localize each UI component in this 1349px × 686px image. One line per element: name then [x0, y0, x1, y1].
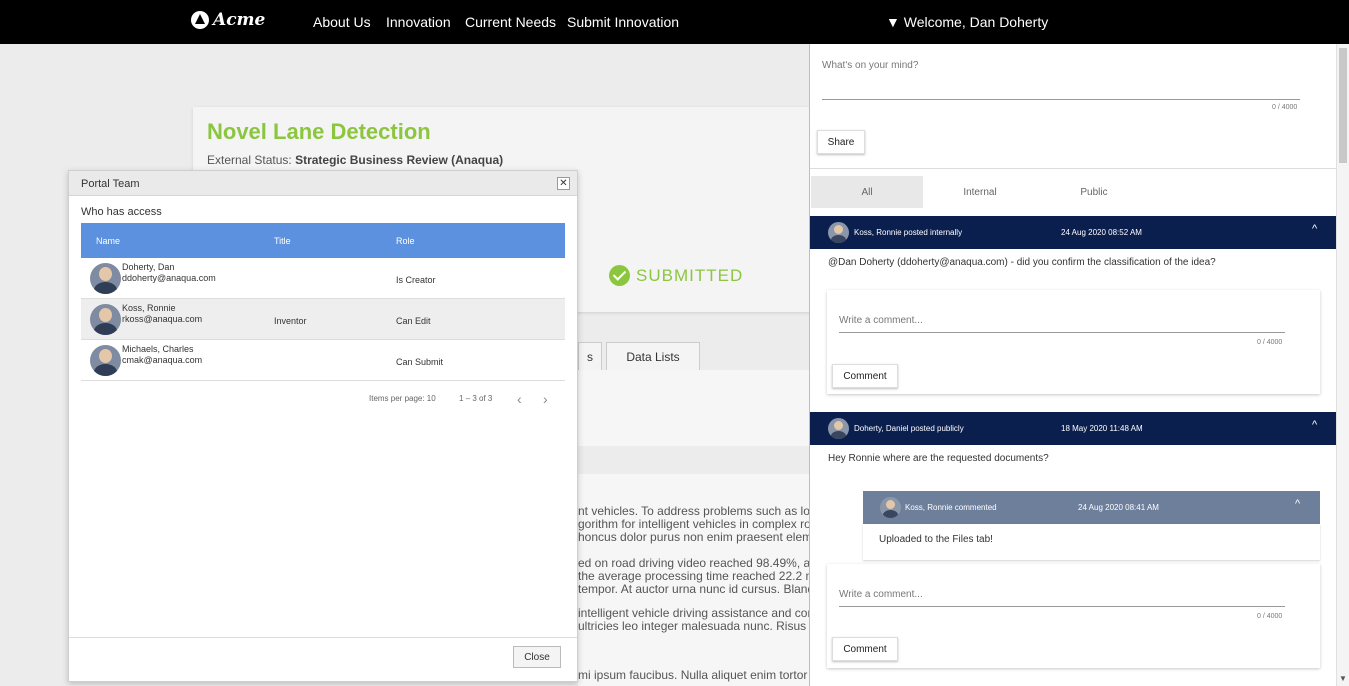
comment-input-underline [839, 606, 1285, 607]
chevron-up-icon[interactable]: ^ [1312, 419, 1317, 431]
reply-header[interactable]: Koss, Ronnie commented 24 Aug 2020 08:41… [863, 491, 1320, 524]
member-email: ddoherty@anaqua.com [122, 273, 216, 283]
content-section-band [578, 446, 810, 474]
dialog-footer-divider [69, 637, 577, 638]
member-name-cell: Koss, Ronnie rkoss@anaqua.com [122, 303, 202, 325]
scrollbar-thumb[interactable] [1339, 48, 1347, 163]
dialog-header: Portal Team ✕ [69, 171, 577, 196]
member-role: Can Submit [396, 357, 444, 367]
stage-indicator: SUBMITTED [609, 265, 743, 286]
external-status-label: External Status: [207, 153, 292, 167]
post-header[interactable]: Koss, Ronnie posted internally 24 Aug 20… [810, 216, 1336, 249]
panel-scrollbar[interactable]: ▼ [1336, 44, 1349, 686]
close-button[interactable]: Close [513, 646, 561, 668]
member-email: cmak@anaqua.com [122, 355, 203, 365]
reply-text: Uploaded to the Files tab! [879, 534, 993, 545]
post-header[interactable]: Doherty, Daniel posted publicly 18 May 2… [810, 412, 1336, 445]
divider [810, 168, 1336, 169]
activity-panel: What's on your mind? 0 / 4000 Share All … [809, 44, 1349, 686]
post-author: Koss, Ronnie posted internally [854, 228, 963, 237]
chevron-left-icon[interactable]: ‹ [517, 391, 522, 407]
nav-about-us[interactable]: About Us [313, 14, 371, 30]
member-name: Doherty, Dan [122, 262, 175, 272]
share-button[interactable]: Share [817, 130, 865, 154]
comment-input[interactable]: Write a comment... [839, 315, 923, 326]
tab-public[interactable]: Public [1038, 176, 1150, 208]
reply-date: 24 Aug 2020 08:41 AM [1078, 503, 1159, 512]
member-role: Can Edit [396, 316, 431, 326]
external-status: External Status: Strategic Business Revi… [207, 153, 503, 167]
body-text-line: ultricies leo integer malesuada nunc. Ri… [578, 619, 810, 633]
user-menu[interactable]: ▼ Welcome, Dan Doherty [886, 14, 1048, 30]
member-email: rkoss@anaqua.com [122, 314, 203, 324]
chevron-up-icon[interactable]: ^ [1295, 498, 1300, 510]
avatar [828, 222, 849, 243]
body-text-line: mi ipsum faucibus. Nulla aliquet enim to… [578, 668, 810, 682]
page-range: 1 – 3 of 3 [459, 394, 493, 403]
external-status-value: Strategic Business Review (Anaqua) [295, 153, 504, 167]
stage-label: SUBMITTED [636, 265, 744, 285]
check-circle-icon [609, 265, 630, 286]
avatar [90, 304, 121, 335]
comment-box: Write a comment... 0 / 4000 Comment [827, 290, 1320, 394]
comment-char-counter: 0 / 4000 [1257, 339, 1283, 346]
body-text-line: tempor. At auctor urna nunc id cursus. B… [578, 582, 810, 596]
logo-text: Acme [213, 10, 266, 30]
who-has-access-label: Who has access [81, 206, 162, 218]
reply-body: Uploaded to the Files tab! [863, 524, 1320, 560]
member-name-cell: Michaels, Charles cmak@anaqua.com [122, 344, 202, 366]
idea-title: Novel Lane Detection [207, 119, 431, 144]
acme-logo-icon [191, 11, 209, 29]
chevron-right-icon[interactable]: › [543, 391, 548, 407]
post-input[interactable]: What's on your mind? [822, 60, 918, 71]
member-name: Koss, Ronnie [122, 303, 176, 313]
avatar [90, 263, 121, 294]
post-date: 24 Aug 2020 08:52 AM [1061, 228, 1142, 237]
acme-logo[interactable]: Acme [191, 10, 265, 30]
tab-internal[interactable]: Internal [924, 176, 1036, 208]
member-title: Inventor [274, 316, 307, 326]
table-row[interactable]: Koss, Ronnie rkoss@anaqua.com Inventor C… [81, 299, 565, 340]
post-input-underline [822, 99, 1300, 100]
post-author: Doherty, Daniel posted publicly [854, 424, 964, 433]
table-row[interactable]: Doherty, Dan ddoherty@anaqua.com Is Crea… [81, 258, 565, 299]
avatar [880, 497, 901, 518]
tab-all[interactable]: All [811, 176, 923, 208]
column-header-title[interactable]: Title [274, 236, 291, 246]
close-icon[interactable]: ✕ [557, 177, 570, 190]
team-table-header: Name Title Role [81, 223, 565, 258]
scroll-down-icon[interactable]: ▼ [1339, 674, 1347, 683]
comment-button[interactable]: Comment [832, 364, 898, 388]
nav-current-needs[interactable]: Current Needs [465, 14, 556, 30]
post-char-counter: 0 / 4000 [1272, 104, 1298, 111]
avatar [90, 345, 121, 376]
tab-data-lists[interactable]: Data Lists [606, 342, 700, 370]
items-per-page[interactable]: Items per page: 10 [369, 394, 436, 403]
comment-input-underline [839, 332, 1285, 333]
chevron-up-icon[interactable]: ^ [1312, 223, 1317, 235]
column-header-name[interactable]: Name [96, 236, 120, 246]
column-header-role[interactable]: Role [396, 236, 415, 246]
table-row[interactable]: Michaels, Charles cmak@anaqua.com Can Su… [81, 340, 565, 381]
nav-submit-innovation[interactable]: Submit Innovation [567, 14, 679, 30]
dialog-title: Portal Team [81, 178, 140, 190]
reply-author: Koss, Ronnie commented [905, 503, 997, 512]
nav-innovation[interactable]: Innovation [386, 14, 451, 30]
comment-box: Write a comment... 0 / 4000 Comment [827, 564, 1320, 668]
top-nav: Acme About Us Innovation Current Needs S… [0, 0, 1349, 44]
comment-button[interactable]: Comment [832, 637, 898, 661]
post-body: Hey Ronnie where are the requested docum… [828, 453, 1049, 464]
comment-input[interactable]: Write a comment... [839, 589, 923, 600]
tab-partial[interactable]: s [578, 342, 602, 370]
body-text-line: honcus dolor purus non enim praesent ele… [578, 530, 810, 544]
portal-team-dialog: Portal Team ✕ Who has access Name Title … [68, 170, 578, 682]
post-date: 18 May 2020 11:48 AM [1061, 424, 1143, 433]
member-name: Michaels, Charles [122, 344, 194, 354]
avatar [828, 418, 849, 439]
post-body: @Dan Doherty (ddoherty@anaqua.com) - did… [828, 257, 1216, 268]
comment-char-counter: 0 / 4000 [1257, 613, 1283, 620]
member-role: Is Creator [396, 275, 436, 285]
member-name-cell: Doherty, Dan ddoherty@anaqua.com [122, 262, 216, 284]
